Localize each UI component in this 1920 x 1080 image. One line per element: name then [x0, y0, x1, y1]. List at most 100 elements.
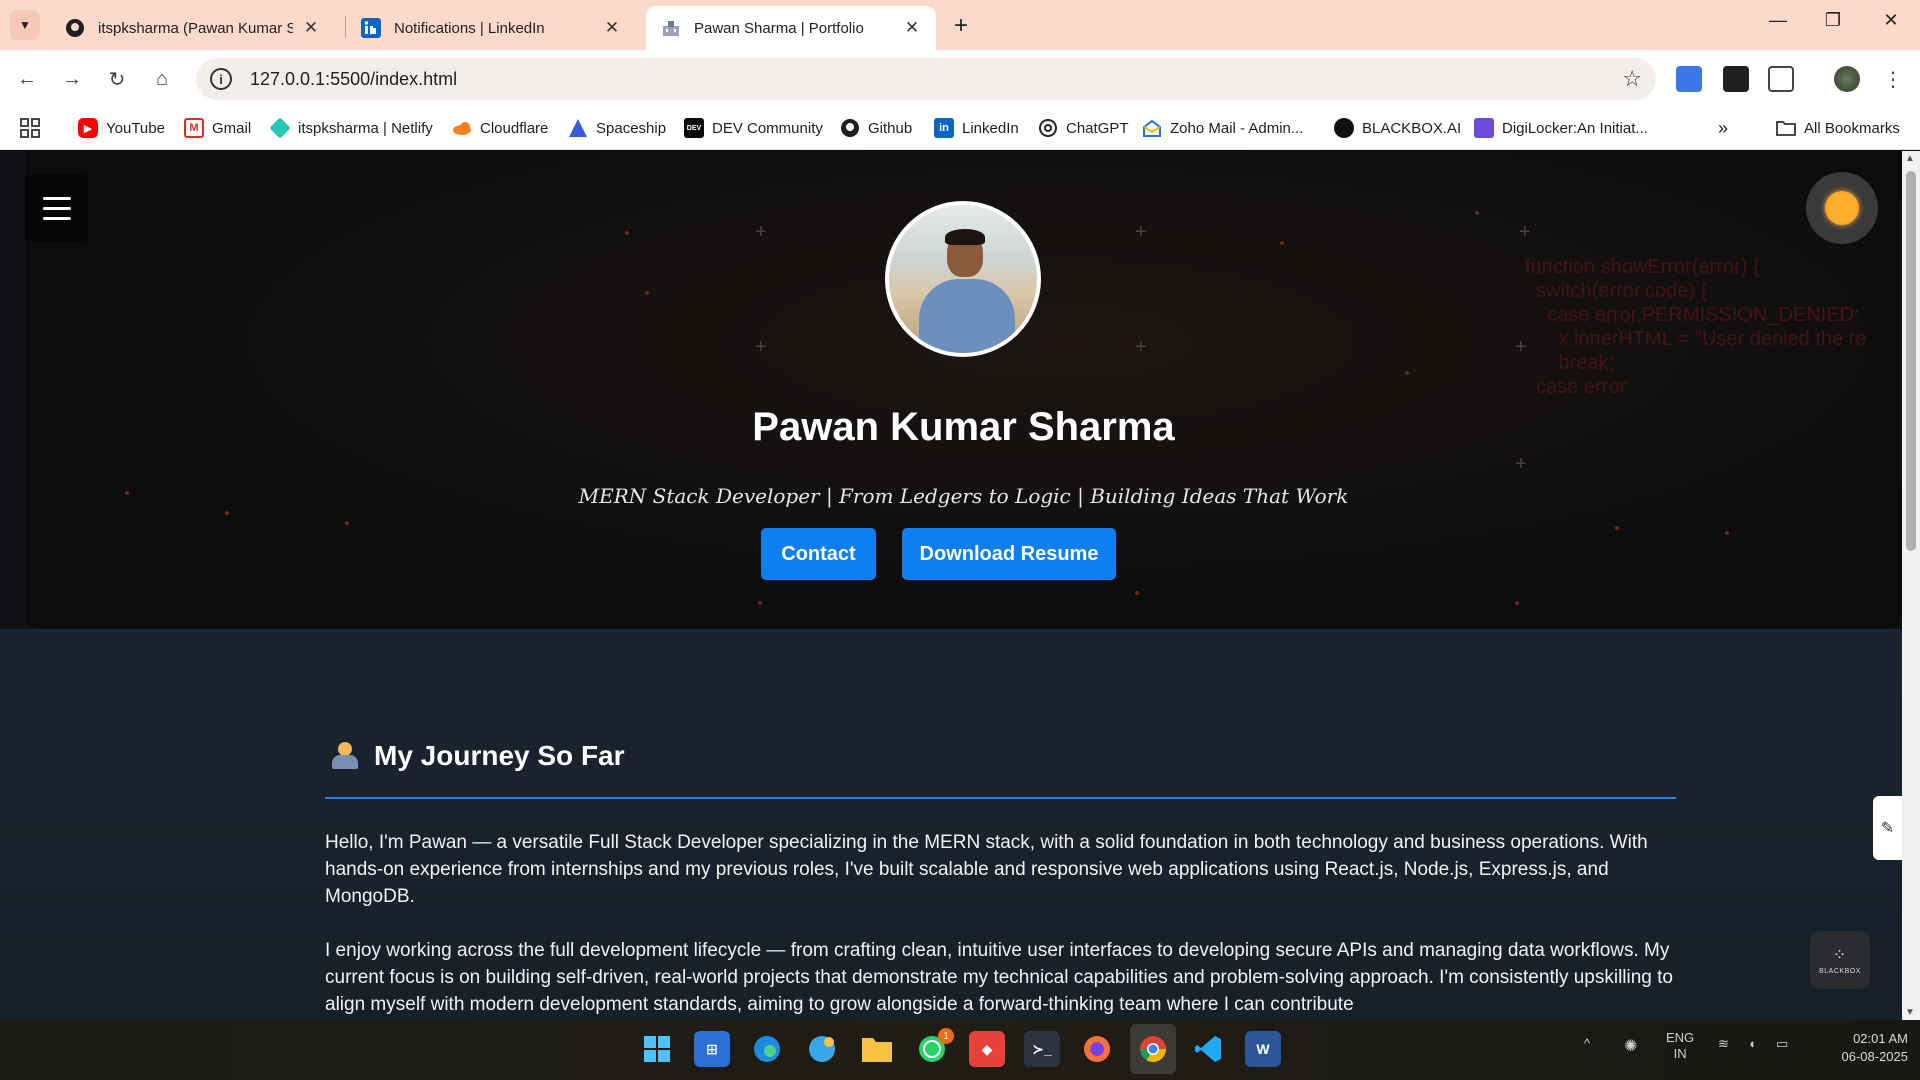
tab-github[interactable]: itspksharma (Pawan Kumar Sha ✕	[50, 6, 335, 50]
about-paragraph: I enjoy working across the full developm…	[325, 940, 1673, 1015]
chrome-icon[interactable]	[1135, 1031, 1171, 1067]
bookmark-dev-community[interactable]: DEV DEV Community	[684, 114, 823, 142]
tab-linkedin[interactable]: Notifications | LinkedIn ✕	[346, 6, 636, 50]
close-icon[interactable]: ✕	[301, 18, 321, 38]
blackbox-widget-button[interactable]: ⁘ BLACKBOX	[1810, 931, 1870, 989]
help-icon[interactable]	[804, 1031, 840, 1067]
git-client-icon[interactable]: ◆	[969, 1031, 1005, 1067]
particle-dot	[1475, 211, 1479, 215]
divider	[325, 797, 1676, 799]
all-bookmarks[interactable]: All Bookmarks	[1776, 114, 1900, 142]
wifi-icon[interactable]: ≋	[1718, 1036, 1729, 1052]
windows-start-icon[interactable]	[639, 1031, 675, 1067]
scrollbar-thumb[interactable]	[1906, 171, 1916, 551]
profile-photo	[885, 201, 1041, 357]
particle-dot	[1405, 371, 1409, 375]
battery-icon[interactable]: ▭	[1776, 1036, 1788, 1052]
netlify-icon	[269, 117, 291, 139]
terminal-icon[interactable]: ≻_	[1024, 1031, 1060, 1067]
tab-portfolio[interactable]: Pawan Sharma | Portfolio ✕	[646, 6, 936, 50]
sun-icon	[1825, 191, 1859, 225]
code-background-text: function showError(error) { switch(error…	[1525, 256, 1867, 398]
close-icon[interactable]: ✕	[602, 18, 622, 38]
bookmark-gmail[interactable]: M Gmail	[184, 114, 251, 142]
theme-toggle-button[interactable]	[1806, 172, 1878, 244]
bookmark-github[interactable]: Github	[840, 114, 912, 142]
scroll-down-icon[interactable]: ▼	[1905, 1007, 1915, 1018]
new-tab-button[interactable]: +	[948, 12, 974, 40]
minimize-button[interactable]: —	[1763, 10, 1793, 31]
reload-button[interactable]: ↻	[102, 64, 132, 94]
dev-icon: DEV	[684, 118, 704, 138]
about-title-text: My Journey So Far	[374, 740, 625, 771]
file-explorer-icon[interactable]	[859, 1031, 895, 1067]
plus-decoration: +	[755, 336, 767, 358]
google-translate-icon[interactable]	[1676, 66, 1702, 92]
bookmark-star-icon[interactable]: ☆	[1622, 66, 1642, 92]
tab-title: Pawan Sharma | Portfolio	[694, 19, 864, 37]
firefox-icon[interactable]	[1079, 1031, 1115, 1067]
volume-icon[interactable]: ◖	[1748, 1036, 1756, 1051]
vscode-icon[interactable]	[1190, 1031, 1226, 1067]
more-menu-icon[interactable]: ⋮	[1878, 64, 1908, 94]
particle-dot	[225, 511, 229, 515]
sidebar-toggle-tab[interactable]: ✎	[1873, 796, 1902, 860]
particle-dot	[1725, 531, 1729, 535]
bookmark-netlify[interactable]: itspksharma | Netlify	[269, 114, 433, 142]
bookmark-linkedin[interactable]: in LinkedIn	[934, 114, 1019, 142]
url-text[interactable]: 127.0.0.1:5500/index.html	[250, 69, 457, 90]
bookmark-blackbox[interactable]: BLACKBOX.AI	[1334, 114, 1461, 142]
word-icon[interactable]: W	[1245, 1031, 1281, 1067]
apps-grid-icon[interactable]	[20, 114, 40, 142]
bookmark-digilocker[interactable]: DigiLocker:An Initiat...	[1474, 114, 1648, 142]
linkedin-icon	[360, 17, 382, 39]
language-indicator[interactable]: ENG IN	[1666, 1030, 1694, 1062]
extension-icon[interactable]	[1723, 66, 1749, 92]
hamburger-menu-button[interactable]	[25, 175, 88, 241]
scroll-up-icon[interactable]: ▲	[1905, 153, 1915, 164]
address-bar[interactable]: i 127.0.0.1:5500/index.html ☆	[196, 58, 1656, 100]
bookmark-label: Cloudflare	[480, 119, 549, 137]
bookmark-youtube[interactable]: ▶ YouTube	[78, 114, 165, 142]
contact-button[interactable]: Contact	[761, 528, 876, 580]
download-resume-button[interactable]: Download Resume	[902, 528, 1116, 580]
puzzle-icon[interactable]	[1768, 66, 1794, 92]
teams-icon[interactable]: ✺	[1624, 1036, 1637, 1056]
bookmark-label: DigiLocker:An Initiat...	[1502, 119, 1648, 137]
bookmark-label: Zoho Mail - Admin...	[1170, 119, 1304, 137]
chevron-double-right-icon[interactable]: »	[1718, 114, 1728, 142]
gmail-icon: M	[184, 118, 204, 138]
bookmark-zoho-mail[interactable]: Zoho Mail - Admin...	[1142, 114, 1303, 142]
home-icon: ⌂	[155, 67, 169, 90]
arrow-left-icon: ←	[17, 67, 37, 90]
home-button[interactable]: ⌂	[147, 64, 177, 94]
github-icon	[840, 118, 860, 138]
restore-button[interactable]: ❐	[1818, 10, 1848, 31]
bookmark-spaceship[interactable]: Spaceship	[568, 114, 666, 142]
clock-date: 06-08-2025	[1841, 1049, 1909, 1064]
bookmark-chatgpt[interactable]: ChatGPT	[1038, 114, 1129, 142]
vertical-scrollbar[interactable]: ▲ ▼	[1902, 151, 1920, 1020]
clock-time: 02:01 AM	[1853, 1031, 1908, 1046]
browser-toolbar: ← → ↻ ⌂ i 127.0.0.1:5500/index.html ☆ ⋮	[0, 50, 1920, 108]
particle-dot	[1515, 601, 1519, 605]
tab-search-button[interactable]: ▼	[10, 10, 40, 40]
bookmark-label: BLACKBOX.AI	[1362, 119, 1462, 137]
plus-decoration: +	[1515, 453, 1527, 475]
close-icon[interactable]: ✕	[902, 18, 922, 38]
arrow-right-icon: →	[62, 67, 82, 90]
chevron-up-icon[interactable]: ^	[1584, 1036, 1590, 1051]
forward-button[interactable]: →	[57, 64, 87, 94]
site-info-icon[interactable]: i	[210, 68, 232, 90]
store-icon[interactable]: ⊞	[694, 1031, 730, 1067]
edge-icon[interactable]	[749, 1031, 785, 1067]
github-icon	[64, 17, 86, 39]
bookmark-cloudflare[interactable]: Cloudflare	[452, 114, 548, 142]
bookmark-label: Github	[868, 119, 913, 137]
close-window-button[interactable]: ✕	[1876, 10, 1906, 31]
avatar[interactable]	[1834, 66, 1860, 92]
clock[interactable]: 02:01 AM 06-08-2025	[1818, 1030, 1909, 1066]
back-button[interactable]: ←	[12, 64, 42, 94]
hero-name: Pawan Kumar Sharma	[752, 405, 1175, 449]
all-bookmarks-label: All Bookmarks	[1804, 119, 1900, 137]
